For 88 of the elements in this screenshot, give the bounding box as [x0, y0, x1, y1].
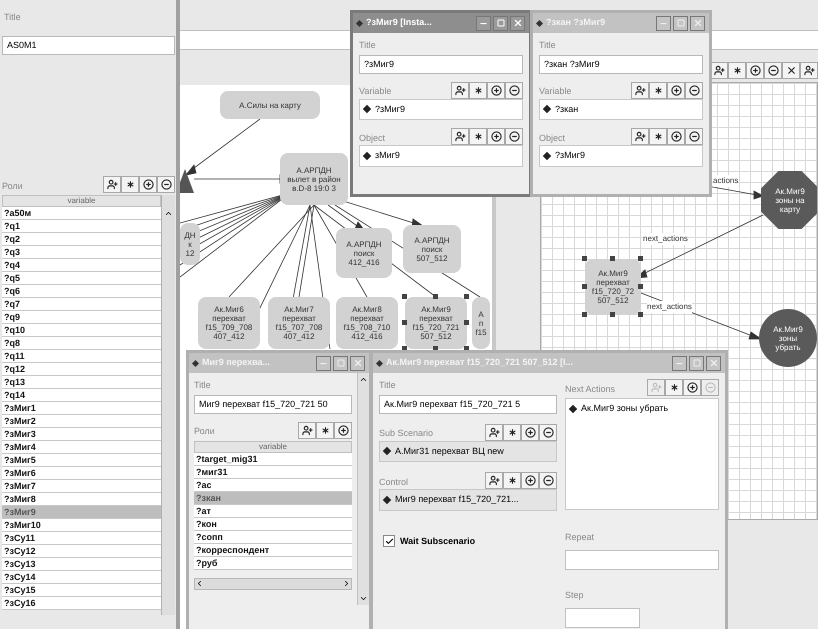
diagram-node[interactable]: А.АРПДН поиск 412_416 — [336, 228, 392, 278]
table-row[interactable]: ?q14 — [2, 389, 161, 402]
list-item[interactable]: ?зМиг9 — [555, 149, 585, 162]
list-item[interactable]: зМиг9 — [375, 149, 400, 162]
field-label: Title — [379, 379, 397, 392]
table-row[interactable]: ?зСу13 — [2, 558, 161, 571]
field-label: Object — [359, 132, 386, 145]
diagram-node[interactable]: А.АРПДН поиск 507_512 — [403, 225, 461, 273]
table-row[interactable]: ?q5 — [2, 272, 161, 285]
table-row[interactable]: ?а50м — [2, 207, 161, 220]
table-row[interactable]: ?зМиг2 — [2, 415, 161, 428]
table-row[interactable]: ?q7 — [2, 298, 161, 311]
field-label: Next Actions — [565, 382, 616, 396]
window-title: ?зМиг9 [Insta... — [366, 16, 432, 30]
edge-label: actions — [713, 175, 738, 187]
list-item[interactable]: ?зМиг9 — [375, 102, 405, 116]
table-row[interactable]: ?зМиг6 — [2, 467, 161, 480]
field-label: Control — [379, 476, 408, 488]
table-row[interactable]: ?q9 — [2, 311, 161, 324]
title-field[interactable]: Миг9 перехват f15_720_721 50 — [194, 394, 352, 414]
edge-label: next_actions — [647, 301, 692, 313]
table-row[interactable]: ?q6 — [2, 285, 161, 298]
table-row[interactable]: ?сопп — [194, 530, 352, 544]
title-field[interactable]: ?зкан ?зМиг9 — [539, 54, 703, 74]
table-row[interactable]: ?зМиг1 — [2, 402, 161, 415]
table-row[interactable]: ?зМиг10 — [2, 519, 161, 532]
title-field[interactable]: AS0M1 — [2, 36, 175, 55]
table-row[interactable]: ?зМиг3 — [2, 428, 161, 441]
table-row[interactable]: ?зСу16 — [2, 597, 161, 610]
table-row[interactable]: ?q8 — [2, 337, 161, 350]
table-row[interactable]: ?зСу11 — [2, 532, 161, 545]
diagram-node[interactable]: ДН к 12 — [180, 223, 200, 265]
table-row[interactable]: ?target_mig31 — [194, 452, 352, 466]
table-row[interactable]: ?зСу14 — [2, 571, 161, 584]
field-label: Step — [565, 590, 584, 600]
field-label: Роли — [2, 180, 23, 192]
field-label: Object — [539, 132, 566, 145]
field-label: Title — [194, 379, 212, 392]
table-row[interactable]: ?q10 — [2, 324, 161, 337]
edge-label: next_actions — [643, 233, 688, 245]
table-row[interactable]: ?корреспондент — [194, 544, 352, 556]
field-label: Variable — [359, 85, 392, 98]
table-row[interactable]: ?зМиг4 — [2, 441, 161, 454]
table-row[interactable]: ?руб — [194, 556, 352, 570]
table-row[interactable]: ?q1 — [2, 220, 161, 233]
diagram-node[interactable]: А.Силы на карту — [220, 91, 320, 119]
diagram-node[interactable]: Ак.Миг9 зоны на карту — [761, 171, 817, 229]
column-header[interactable]: variable — [194, 440, 352, 452]
table-row[interactable]: ?q11 — [2, 350, 161, 363]
table-row[interactable]: ?зМиг9 — [2, 506, 161, 519]
title-field[interactable]: Ак.Миг9 перехват f15_720_721 5 — [379, 394, 557, 414]
list-item[interactable]: ?зкан — [555, 102, 578, 116]
table-row[interactable]: ?q2 — [2, 233, 161, 246]
diagram-node[interactable]: А п f15 — [472, 297, 490, 349]
diagram-node[interactable]: Ак.Миг9 перехват f15_720_72 507_512 — [585, 259, 641, 315]
field-label: Роли — [194, 425, 215, 438]
list-item[interactable]: Миг9 перехват f15_720_721... — [395, 493, 519, 506]
table-row[interactable]: ?зМиг8 — [2, 493, 161, 506]
list-item[interactable]: А.Миг31 перехват ВЦ new — [395, 444, 504, 458]
title-field[interactable]: ?зМиг9 — [359, 54, 523, 74]
field-label: Repeat — [565, 532, 594, 542]
table-row[interactable]: ?q13 — [2, 376, 161, 389]
field-label: Title — [4, 12, 21, 22]
table-row[interactable]: ?ат — [194, 504, 352, 518]
diagram-node[interactable]: Ак.Миг9 перехват f15_720_721 507_512 — [405, 297, 467, 349]
table-row[interactable]: ?кон — [194, 518, 352, 530]
diagram-node[interactable]: Ак.Миг6 перехват f15_709_708 407_412 — [198, 297, 260, 349]
table-row[interactable]: ?зСу15 — [2, 584, 161, 597]
field-label: Sub Scenario — [379, 427, 434, 440]
column-header[interactable]: variable — [2, 195, 161, 207]
checkbox-label: Wait Subscenario — [400, 534, 476, 548]
table-row[interactable]: ?зСу12 — [2, 545, 161, 558]
diagram-node[interactable]: Ак.Миг7 перехват f15_707_708 407_412 — [268, 297, 330, 349]
diagram-node[interactable]: Ак.Миг9 зоны убрать — [759, 309, 817, 367]
table-row[interactable]: ?зкан — [194, 492, 352, 504]
table-row[interactable]: ?зМиг5 — [2, 454, 161, 467]
table-row[interactable]: ?миг31 — [194, 466, 352, 478]
field-label: Title — [359, 39, 377, 52]
table-row[interactable]: ?q3 — [2, 246, 161, 259]
table-row[interactable]: ?q12 — [2, 363, 161, 376]
table-row[interactable]: ?зМиг7 — [2, 480, 161, 493]
table-row[interactable]: ?q4 — [2, 259, 161, 272]
list-item[interactable]: Ак.Миг9 зоны убрать — [581, 402, 668, 416]
diagram-node[interactable]: А.АРПДН вылет в район в.D-8 19:0 3 — [280, 153, 348, 205]
diagram-node[interactable]: Ак.Миг8 перехват f15_708_710 412_416 — [336, 297, 398, 349]
field-label: Variable — [539, 85, 572, 98]
field-label: Title — [539, 39, 557, 52]
table-row[interactable]: ?ас — [194, 478, 352, 492]
